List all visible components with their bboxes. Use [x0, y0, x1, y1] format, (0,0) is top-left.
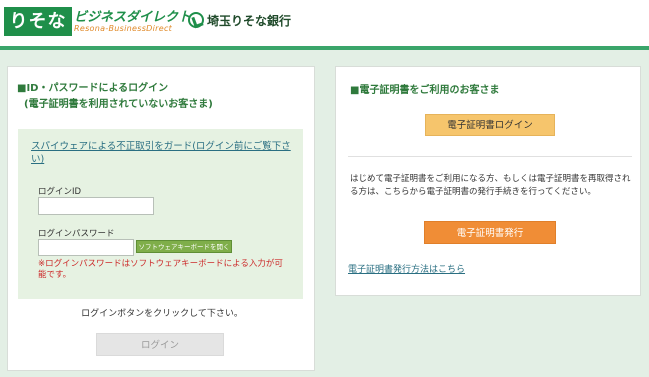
certificate-issue-method-link[interactable]: 電子証明書発行方法はこちら	[348, 262, 465, 275]
id-login-title: ■ID・パスワードによるログイン	[17, 83, 169, 94]
login-id-label: ログインID	[38, 187, 82, 197]
header-divider	[0, 46, 649, 50]
certificate-issue-button[interactable]: 電子証明書発行	[424, 221, 556, 244]
business-direct-logo-text: ビジネスダイレクト	[74, 10, 192, 25]
bank-logo-icon	[188, 12, 204, 28]
login-password-label: ログインパスワード	[38, 229, 115, 239]
certificate-description: はじめて電子証明書をご利用になる方、もしくは電子証明書を再取得される方は、こちら…	[350, 174, 631, 197]
login-instruction: ログインボタンをクリックして下さい。	[81, 309, 243, 319]
certificate-login-panel: ■電子証明書をご利用のお客さま 電子証明書ログイン はじめて電子証明書をご利用に…	[335, 66, 641, 296]
divider	[348, 156, 632, 157]
login-id-input[interactable]	[38, 197, 154, 215]
software-keyboard-button[interactable]: ソフトウェアキーボードを開く	[136, 240, 232, 253]
certificate-title: ■電子証明書をご利用のお客さま	[350, 85, 500, 96]
login-form-box: スパイウェアによる不正取引をガード(ログイン前にご覧下さい) ログインID ログ…	[18, 129, 303, 299]
business-direct-logo-subtext: Resona-BusinessDirect	[74, 24, 173, 33]
login-password-input[interactable]	[38, 239, 134, 256]
resona-logo: りそな	[4, 7, 72, 36]
login-button[interactable]: ログイン	[96, 333, 224, 356]
software-keyboard-warning: ※ログインパスワードはソフトウェアキーボードによる入力が可能です。	[38, 259, 283, 280]
certificate-login-button[interactable]: 電子証明書ログイン	[425, 114, 555, 136]
header: りそな ビジネスダイレクト Resona-BusinessDirect 埼玉りそ…	[0, 0, 649, 46]
business-direct-logo: ビジネスダイレクト Resona-BusinessDirect	[74, 6, 191, 38]
bank-name: 埼玉りそな銀行	[207, 14, 292, 28]
id-login-subtitle: (電子証明書を利用されていないお客さま)	[24, 99, 213, 110]
id-password-login-panel: ■ID・パスワードによるログイン (電子証明書を利用されていないお客さま) スパ…	[7, 66, 315, 371]
spyware-guard-link[interactable]: スパイウェアによる不正取引をガード(ログイン前にご覧下さい)	[31, 140, 293, 166]
